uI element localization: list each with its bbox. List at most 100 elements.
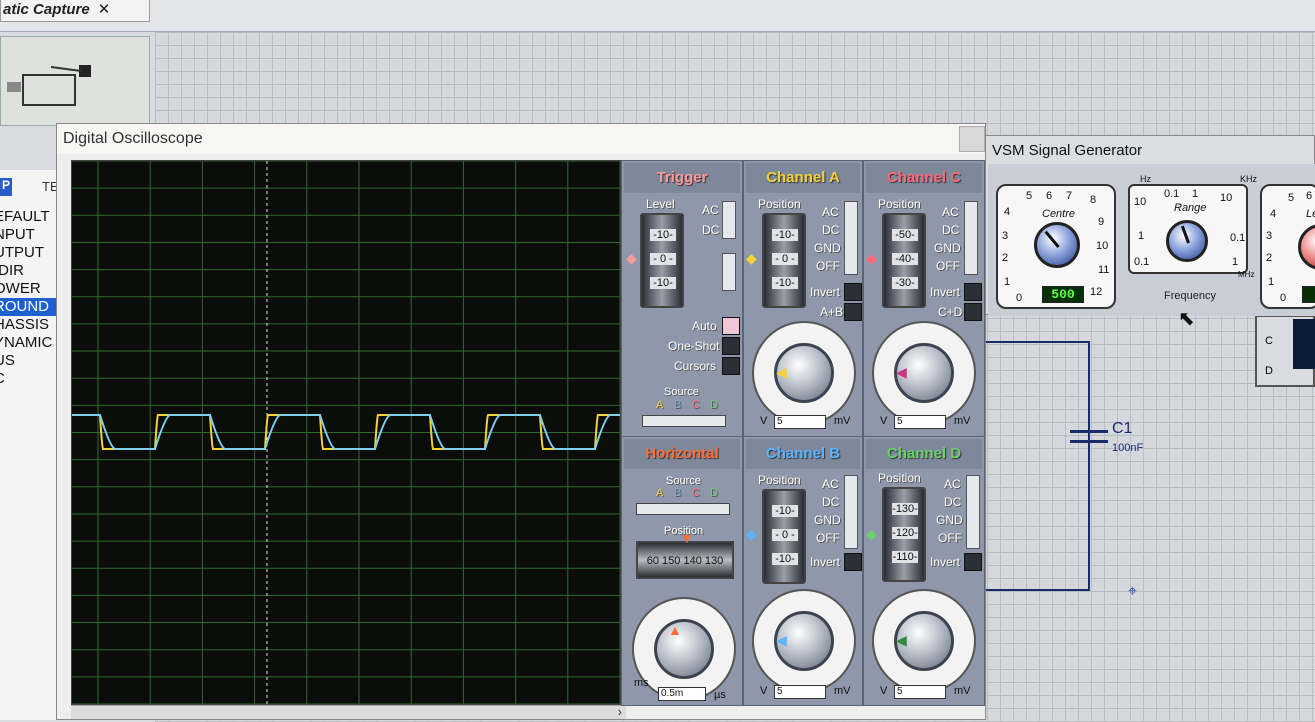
overview-preview[interactable]: [0, 36, 150, 126]
oscilloscope-window: Digital Oscilloscope › Trigger Level -10…: [56, 123, 986, 720]
trigger-source-slider[interactable]: [642, 415, 726, 427]
level-knob-panel: 5 6 4 3 2 1 0 Le: [1260, 184, 1315, 309]
oneshot-button[interactable]: [722, 337, 740, 355]
cha-aplusb-button[interactable]: [844, 303, 862, 321]
chb-coupling-switch[interactable]: [844, 475, 858, 549]
chb-position-slider[interactable]: -10- - 0 - -10-: [762, 489, 806, 584]
centre-knob-pointer: [1044, 230, 1060, 248]
range-num: 10: [1134, 196, 1147, 208]
scroll-right-icon[interactable]: ›: [618, 704, 622, 719]
wire[interactable]: [986, 341, 1090, 343]
cha-unit-mv: mV: [834, 415, 851, 427]
channel-d-panel: Channel D Position -130- -120- -110- ◆ A…: [863, 436, 985, 706]
trigger-coupling-switch[interactable]: [722, 201, 736, 239]
level-num: 0: [1280, 292, 1287, 304]
cha-volts-value: 5: [774, 415, 826, 429]
chb-off-label: OFF: [816, 531, 840, 545]
signal-generator-title[interactable]: VSM Signal Generator: [986, 136, 1315, 164]
oneshot-label: One-Shot: [668, 339, 720, 353]
chd-invert-button[interactable]: [964, 553, 982, 571]
centre-num: 2: [1002, 252, 1009, 264]
oscilloscope-titlebar[interactable]: Digital Oscilloscope: [57, 124, 985, 154]
cha-position-slider[interactable]: -10- - 0 - -10-: [762, 213, 806, 308]
signal-generator-body: 5 6 7 8 9 10 11 12 4 3 2 1 0 Centre 500 …: [988, 164, 1315, 316]
chc-ac-label: AC: [942, 205, 959, 219]
terminal-list-item[interactable]: C: [0, 370, 62, 388]
terminal-list-item[interactable]: YNAMIC: [0, 334, 62, 352]
chd-unit-v: V: [880, 685, 888, 697]
trigger-header: Trigger: [624, 163, 740, 193]
chc-coupling-switch[interactable]: [964, 201, 978, 275]
cha-coupling-switch[interactable]: [844, 201, 858, 275]
cha-invert-button[interactable]: [844, 283, 862, 301]
chc-position-slider[interactable]: -50- -40- -30-: [882, 213, 926, 308]
chc-position-label: Position: [878, 197, 921, 211]
scale-mark: -10-: [650, 277, 676, 289]
h-source-label: Source: [666, 475, 701, 487]
h-source-c: C: [692, 487, 700, 499]
chd-gnd-label: GND: [936, 513, 963, 527]
chb-dc-label: DC: [822, 495, 840, 509]
chc-cplusd-button[interactable]: [964, 303, 982, 321]
window-button[interactable]: [959, 126, 985, 152]
timebase-knob[interactable]: [654, 619, 714, 679]
scale-mark: -120-: [892, 527, 918, 539]
terminal-list-item[interactable]: NPUT: [0, 226, 62, 244]
chd-coupling-switch[interactable]: [966, 475, 980, 549]
range-knob[interactable]: [1166, 220, 1208, 262]
scope-screen[interactable]: [71, 160, 621, 705]
wire[interactable]: [986, 589, 1090, 591]
scale-mark: -10-: [650, 229, 676, 241]
centre-knob[interactable]: [1034, 222, 1080, 268]
timebase-unit-left: ms: [634, 677, 649, 689]
terminal-list-item[interactable]: EFAULT: [0, 208, 62, 226]
range-label: Range: [1174, 202, 1207, 214]
level-num: 3: [1266, 230, 1273, 242]
terminal-list-item[interactable]: IDIR: [0, 262, 62, 280]
oscilloscope-component[interactable]: C D: [1255, 315, 1315, 387]
p-button[interactable]: P: [0, 178, 12, 196]
wire[interactable]: [1088, 341, 1090, 591]
horizontal-scrollbar[interactable]: ›: [71, 704, 626, 719]
chb-invert-button[interactable]: [844, 553, 862, 571]
horizontal-header: Horizontal: [624, 439, 740, 469]
h-position-slider[interactable]: 60 150 140 130: [636, 541, 734, 579]
tab-close-icon[interactable]: ✕: [98, 1, 111, 18]
capacitor-plate[interactable]: [1070, 430, 1108, 433]
terminal-list-item[interactable]: US: [0, 352, 62, 370]
terminal-list-item[interactable]: HASSIS: [0, 316, 62, 334]
range-num: 1: [1232, 256, 1239, 268]
range-num: 1: [1138, 230, 1145, 242]
h-source-b: B: [674, 487, 682, 499]
trigger-level-slider[interactable]: -10- - 0 - -10-: [640, 213, 684, 308]
scale-mark: - 0 -: [650, 253, 676, 265]
terminal-list-item[interactable]: ROUND: [0, 298, 62, 316]
centre-num: 10: [1096, 240, 1109, 252]
centre-display: 500: [1042, 286, 1084, 303]
centre-num: 6: [1046, 190, 1053, 202]
cha-off-label: OFF: [816, 259, 840, 273]
chb-gnd-label: GND: [814, 513, 841, 527]
auto-button[interactable]: [722, 317, 740, 335]
schematic-capture-tab[interactable]: atic Capture ✕: [0, 0, 150, 22]
hz-label: Hz: [1140, 174, 1151, 184]
trigger-edge-switch[interactable]: [722, 253, 736, 291]
chd-position-slider[interactable]: -130- -120- -110-: [882, 487, 926, 582]
chc-unit-mv: mV: [954, 415, 971, 427]
centre-num: 8: [1090, 194, 1097, 206]
cursors-label: Cursors: [674, 359, 717, 373]
chc-invert-button[interactable]: [964, 283, 982, 301]
chb-position-label: Position: [758, 473, 801, 487]
terminal-list-item[interactable]: UTPUT: [0, 244, 62, 262]
terminals-panel-header: P TE: [0, 178, 62, 198]
centre-num: 0: [1016, 292, 1023, 304]
capacitor-plate[interactable]: [1070, 440, 1108, 443]
level-knob[interactable]: [1298, 224, 1315, 270]
cursors-button[interactable]: [722, 357, 740, 375]
terminal-list-item[interactable]: OWER: [0, 280, 62, 298]
h-source-slider[interactable]: [636, 503, 730, 515]
chd-off-label: OFF: [938, 531, 962, 545]
chd-volts-pointer-icon: ◀: [896, 632, 907, 648]
chb-volts-value: 5: [774, 685, 826, 699]
level-display: [1302, 286, 1315, 303]
